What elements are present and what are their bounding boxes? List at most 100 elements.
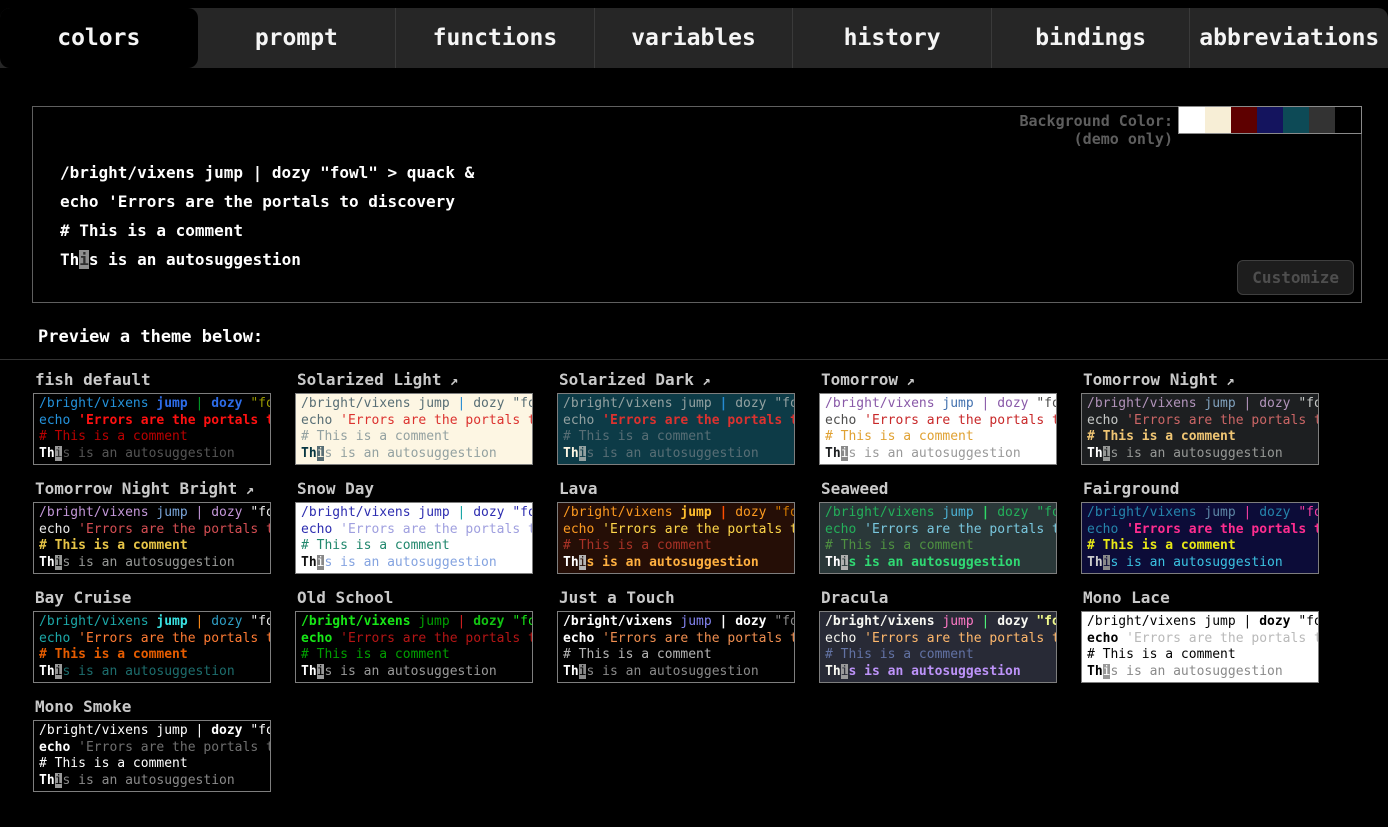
bg-swatch-1[interactable] — [1205, 107, 1231, 133]
bg-swatch-4[interactable] — [1283, 107, 1309, 133]
theme-card-seaweed[interactable]: /bright/vixens jump | dozy "fowl" > quac… — [819, 502, 1057, 574]
code-token: dozy — [211, 614, 250, 629]
code-line: echo 'Errors are the portals to discover… — [825, 631, 1051, 648]
code-token: echo — [563, 413, 602, 428]
code-token: "fowl" > quack & — [774, 614, 795, 629]
code-token: | — [450, 614, 473, 629]
code-token: echo — [301, 413, 340, 428]
code-line: /bright/vixens jump | dozy "fowl" > quac… — [39, 723, 265, 740]
code-line: This is an autosuggestion — [301, 446, 527, 463]
code-line: This is an autosuggestion — [825, 555, 1051, 572]
theme-title: Lava — [559, 479, 795, 498]
theme-card-dracula[interactable]: /bright/vixens jump | dozy "fowl" > quac… — [819, 611, 1057, 683]
theme-title: Solarized Light ↗ — [297, 370, 533, 389]
code-token: 'Errors are the portals to discovery — [602, 413, 795, 428]
code-line: # This is a comment — [563, 647, 789, 664]
fish-config-page: { "tabs": [ {"label":"colors","active":t… — [0, 8, 1388, 827]
code-token: echo — [39, 522, 78, 537]
code-token: | — [1236, 396, 1259, 411]
bg-swatch-6[interactable] — [1335, 107, 1361, 133]
theme-card-just-a-touch[interactable]: /bright/vixens jump | dozy "fowl" > quac… — [557, 611, 795, 683]
code-token: # This is a comment — [39, 429, 188, 444]
code-line: This is an autosuggestion — [39, 555, 265, 572]
theme-card-fairground[interactable]: /bright/vixens jump | dozy "fowl" > quac… — [1081, 502, 1319, 574]
theme-card-tomorrow-night-bright[interactable]: /bright/vixens jump | dozy "fowl" > quac… — [33, 502, 271, 574]
external-link-icon[interactable]: ↗ — [442, 373, 459, 389]
bg-swatch-5[interactable] — [1309, 107, 1335, 133]
code-line: This is an autosuggestion — [563, 664, 789, 681]
bg-swatch-2[interactable] — [1231, 107, 1257, 133]
background-color-label-line1: Background Color: — [1019, 112, 1173, 130]
theme-cell-snow-day: Snow Day/bright/vixens jump | dozy "fowl… — [295, 479, 533, 574]
tab-prompt[interactable]: prompt — [198, 8, 396, 68]
theme-card-mono-smoke[interactable]: /bright/vixens jump | dozy "fowl" > quac… — [33, 720, 271, 792]
code-token: # This is a comment — [39, 756, 188, 771]
code-line: echo 'Errors are the portals to discover… — [39, 413, 265, 430]
tab-colors[interactable]: colors — [0, 8, 198, 68]
theme-card-tomorrow[interactable]: /bright/vixens jump | dozy "fowl" > quac… — [819, 393, 1057, 465]
theme-card-solarized-dark[interactable]: /bright/vixens jump | dozy "fowl" > quac… — [557, 393, 795, 465]
code-token: 'Errors are the portals to discovery — [602, 522, 795, 537]
code-line: /bright/vixens jump | dozy "fowl" > quac… — [39, 614, 265, 631]
code-token: echo — [301, 631, 340, 646]
code-line: echo 'Errors are the portals to discover… — [60, 192, 474, 221]
code-token: dozy — [211, 723, 250, 738]
external-link-icon[interactable]: ↗ — [1218, 373, 1235, 389]
code-token: s is an autosuggestion — [586, 664, 758, 679]
code-token: # This is a comment — [825, 647, 974, 662]
code-token: dozy — [997, 614, 1036, 629]
external-link-icon[interactable]: ↗ — [237, 482, 254, 498]
code-token: Th — [60, 250, 79, 269]
external-link-icon[interactable]: ↗ — [898, 373, 915, 389]
theme-card-bay-cruise[interactable]: /bright/vixens jump | dozy "fowl" > quac… — [33, 611, 271, 683]
code-token: | — [188, 614, 211, 629]
code-line: This is an autosuggestion — [39, 664, 265, 681]
code-token: 'Errors are the portals to discovery — [340, 413, 533, 428]
theme-card-snow-day[interactable]: /bright/vixens jump | dozy "fowl" > quac… — [295, 502, 533, 574]
theme-card-solarized-light[interactable]: /bright/vixens jump | dozy "fowl" > quac… — [295, 393, 533, 465]
code-token: /bright/vixens — [1087, 396, 1204, 411]
bg-swatch-3[interactable] — [1257, 107, 1283, 133]
external-link-icon[interactable]: ↗ — [694, 373, 711, 389]
theme-card-tomorrow-night[interactable]: /bright/vixens jump | dozy "fowl" > quac… — [1081, 393, 1319, 465]
customize-button[interactable]: Customize — [1237, 260, 1354, 295]
code-token: echo — [825, 522, 864, 537]
code-token: "fowl" > quack & — [512, 396, 533, 411]
code-token: | — [188, 505, 211, 520]
code-token: s is an autosuggestion — [324, 664, 496, 679]
theme-title: Old School — [297, 588, 533, 607]
tab-abbreviations[interactable]: abbreviations — [1189, 8, 1388, 68]
theme-grid: fish default/bright/vixens jump | dozy "… — [0, 359, 1388, 812]
tab-functions[interactable]: functions — [395, 8, 594, 68]
code-line: /bright/vixens jump | dozy "fowl" > quac… — [301, 396, 527, 413]
tab-history[interactable]: history — [792, 8, 991, 68]
code-token: s is an autosuggestion — [324, 446, 496, 461]
theme-card-lava[interactable]: /bright/vixens jump | dozy "fowl" > quac… — [557, 502, 795, 574]
code-token: Th — [1087, 555, 1103, 570]
theme-card-old-school[interactable]: /bright/vixens jump | dozy "fowl" > quac… — [295, 611, 533, 683]
code-token: 'Errors are the portals to discovery — [340, 631, 533, 646]
code-token: Th — [825, 446, 841, 461]
theme-cell-fish-default: fish default/bright/vixens jump | dozy "… — [33, 370, 271, 465]
theme-card-mono-lace[interactable]: /bright/vixens jump | dozy "fowl" > quac… — [1081, 611, 1319, 683]
code-token: "fowl" > quack & — [1298, 396, 1319, 411]
code-token: Th — [39, 664, 55, 679]
code-token: /bright/vixens jump | dozy "fowl" > quac… — [60, 163, 474, 182]
code-token: # This is a comment — [39, 538, 188, 553]
code-line: # This is a comment — [825, 429, 1051, 446]
code-line: This is an autosuggestion — [60, 250, 474, 279]
code-line: echo 'Errors are the portals to discover… — [825, 413, 1051, 430]
code-token: echo — [39, 740, 78, 755]
code-line: /bright/vixens jump | dozy "fowl" > quac… — [301, 614, 527, 631]
tab-variables[interactable]: variables — [594, 8, 793, 68]
code-line: This is an autosuggestion — [1087, 555, 1313, 572]
tab-bar: colorspromptfunctionsvariableshistorybin… — [0, 8, 1388, 68]
code-token: 'Errors are the portals to discovery — [78, 413, 271, 428]
code-token: | — [450, 396, 473, 411]
code-token: 'Errors are the portals to discovery — [78, 631, 271, 646]
bg-swatch-0[interactable] — [1179, 107, 1205, 133]
theme-card-fish-default[interactable]: /bright/vixens jump | dozy "fowl" > quac… — [33, 393, 271, 465]
tab-bindings[interactable]: bindings — [991, 8, 1190, 68]
theme-name: Bay Cruise — [35, 588, 131, 607]
code-token: /bright/vixens — [301, 396, 418, 411]
